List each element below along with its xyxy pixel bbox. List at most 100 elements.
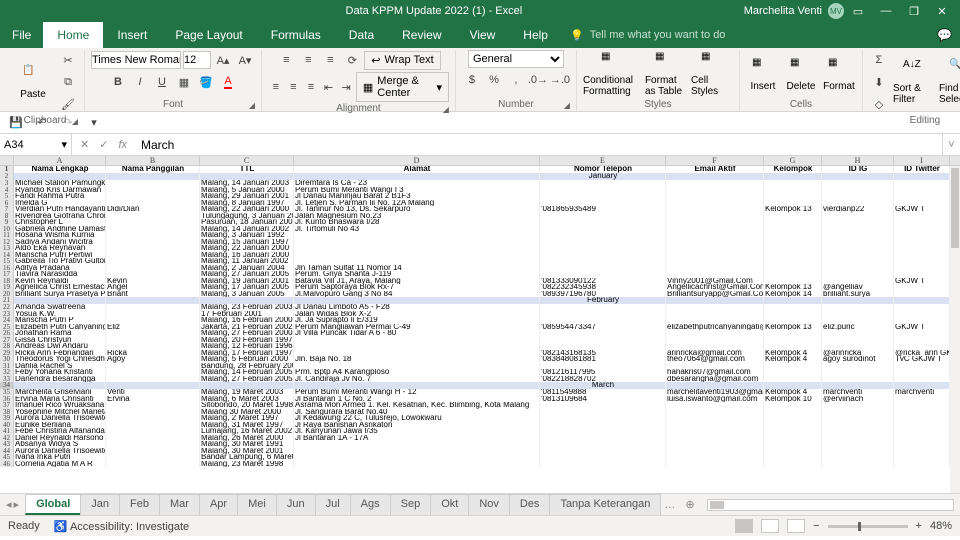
sheet-tab[interactable]: Apr: [199, 494, 238, 515]
expand-formula-icon[interactable]: ˅: [942, 134, 960, 155]
spreadsheet-grid[interactable]: A B C D E F G H I 1Nama LengkapNama Pang…: [0, 156, 960, 493]
sheet-tab[interactable]: Jan: [80, 494, 120, 515]
col-header[interactable]: E: [540, 156, 666, 165]
sheet-tab[interactable]: Jun: [276, 494, 316, 515]
tab-data[interactable]: Data: [335, 22, 388, 48]
restore-icon[interactable]: ❐: [900, 0, 928, 22]
font-size-select[interactable]: [183, 51, 211, 69]
sheet-tab[interactable]: Nov: [468, 494, 510, 515]
cancel-formula-icon[interactable]: ✕: [80, 138, 89, 151]
tab-help[interactable]: Help: [509, 22, 562, 48]
merge-center-button[interactable]: ▦Merge & Center▾: [356, 72, 449, 102]
file-menu[interactable]: File: [0, 22, 43, 48]
percent-icon[interactable]: %: [484, 70, 504, 90]
page-break-view-icon[interactable]: [787, 519, 805, 533]
table-row[interactable]: 21February: [0, 297, 960, 304]
fx-icon[interactable]: fx: [118, 139, 127, 151]
sort-filter-button[interactable]: A↓ZSort & Filter: [893, 59, 935, 105]
normal-view-icon[interactable]: [735, 519, 753, 533]
decrease-decimal-icon[interactable]: →.0: [550, 70, 570, 90]
comments-icon[interactable]: 💬: [937, 28, 952, 42]
italic-button[interactable]: I: [130, 72, 150, 92]
col-header[interactable]: A: [14, 156, 106, 165]
table-row[interactable]: 46Cornelia Agatia M A RMalang, 23 Maret …: [0, 461, 960, 468]
align-middle-icon[interactable]: ≡: [298, 50, 318, 70]
number-format-select[interactable]: General: [468, 50, 564, 68]
border-icon[interactable]: ▦: [174, 72, 194, 92]
close-icon[interactable]: ✕: [928, 0, 956, 22]
copy-icon[interactable]: ⧉: [58, 72, 78, 92]
find-select-button[interactable]: 🔍Find & Select: [939, 59, 960, 105]
tab-insert[interactable]: Insert: [103, 22, 161, 48]
tell-me[interactable]: 💡 Tell me what you want to do: [570, 29, 725, 42]
autosum-icon[interactable]: Σ: [869, 50, 889, 70]
launcher-icon[interactable]: ◢: [443, 105, 449, 114]
tab-review[interactable]: Review: [388, 22, 455, 48]
font-name-select[interactable]: [91, 51, 181, 69]
format-painter-icon[interactable]: 🖌: [58, 94, 78, 114]
increase-font-icon[interactable]: A▴: [213, 50, 233, 70]
sheet-tab[interactable]: Global: [25, 494, 81, 515]
zoom-level[interactable]: 48%: [930, 520, 952, 532]
align-top-icon[interactable]: ≡: [276, 50, 296, 70]
tab-formulas[interactable]: Formulas: [257, 22, 335, 48]
format-cells-button[interactable]: ▦Format: [822, 57, 856, 92]
table-row[interactable]: 34March: [0, 382, 960, 389]
col-header[interactable]: G: [764, 156, 822, 165]
align-center-icon[interactable]: ≡: [286, 77, 302, 97]
zoom-slider[interactable]: [828, 525, 908, 528]
sheet-tab[interactable]: Tanpa Keterangan: [549, 494, 661, 515]
align-left-icon[interactable]: ≡: [268, 77, 284, 97]
accessibility-status[interactable]: ♿ Accessibility: Investigate: [54, 520, 189, 533]
decrease-indent-icon[interactable]: ⇤: [321, 77, 337, 97]
clear-icon[interactable]: ◇: [869, 94, 889, 114]
paste-button[interactable]: 📋Paste: [12, 65, 54, 100]
formula-bar[interactable]: March: [135, 138, 942, 152]
launcher-icon[interactable]: ◢: [564, 101, 570, 110]
vertical-scrollbar[interactable]: [950, 166, 960, 493]
increase-indent-icon[interactable]: ⇥: [338, 77, 354, 97]
col-header[interactable]: F: [666, 156, 764, 165]
sheet-scroll-icon[interactable]: …: [660, 499, 679, 511]
currency-icon[interactable]: $: [462, 70, 482, 90]
sheet-tab[interactable]: Mei: [237, 494, 277, 515]
increase-decimal-icon[interactable]: .0→: [528, 70, 548, 90]
sheet-tab[interactable]: Mar: [159, 494, 200, 515]
sheet-tab[interactable]: Feb: [119, 494, 160, 515]
fill-icon[interactable]: ⬇: [869, 72, 889, 92]
tab-view[interactable]: View: [456, 22, 510, 48]
tab-page-layout[interactable]: Page Layout: [161, 22, 256, 48]
select-all-corner[interactable]: [0, 156, 14, 165]
comma-icon[interactable]: ,: [506, 70, 526, 90]
underline-button[interactable]: U: [152, 72, 172, 92]
col-header[interactable]: C: [200, 156, 294, 165]
align-bottom-icon[interactable]: ≡: [320, 50, 340, 70]
table-row[interactable]: 1Nama LengkapNama PanggilanTTLAlamatNomo…: [0, 166, 960, 173]
sheet-tab[interactable]: Ags: [350, 494, 391, 515]
enter-formula-icon[interactable]: ✓: [99, 138, 108, 151]
ribbon-options-icon[interactable]: ▭: [844, 0, 872, 22]
decrease-font-icon[interactable]: A▾: [235, 50, 255, 70]
cell-styles-button[interactable]: ▦Cell Styles: [691, 51, 733, 97]
zoom-out-icon[interactable]: −: [813, 520, 819, 532]
new-sheet-icon[interactable]: ⊕: [679, 498, 700, 511]
table-row[interactable]: 2January: [0, 173, 960, 180]
sheet-tab[interactable]: Des: [509, 494, 551, 515]
fill-color-icon[interactable]: 🪣: [196, 72, 216, 92]
qat-customize-icon[interactable]: ▾: [84, 113, 104, 133]
cut-icon[interactable]: ✂: [58, 50, 78, 70]
horizontal-scrollbar[interactable]: [707, 499, 954, 511]
sheet-nav-last-icon[interactable]: ▸: [14, 498, 20, 511]
align-right-icon[interactable]: ≡: [303, 77, 319, 97]
sheet-nav-first-icon[interactable]: ◂: [6, 498, 12, 511]
orientation-icon[interactable]: ⟳: [342, 50, 362, 70]
col-header[interactable]: D: [294, 156, 540, 165]
launcher-icon[interactable]: ◢: [249, 101, 255, 110]
tab-home[interactable]: Home: [43, 22, 103, 48]
format-as-table-button[interactable]: ▦Format as Table: [645, 51, 687, 97]
wrap-text-button[interactable]: ↩Wrap Text: [364, 51, 440, 70]
col-header[interactable]: B: [106, 156, 200, 165]
insert-cells-button[interactable]: ▦Insert: [746, 57, 780, 92]
col-header[interactable]: I: [894, 156, 950, 165]
user-account[interactable]: Marchelita Venti MV: [744, 3, 844, 19]
